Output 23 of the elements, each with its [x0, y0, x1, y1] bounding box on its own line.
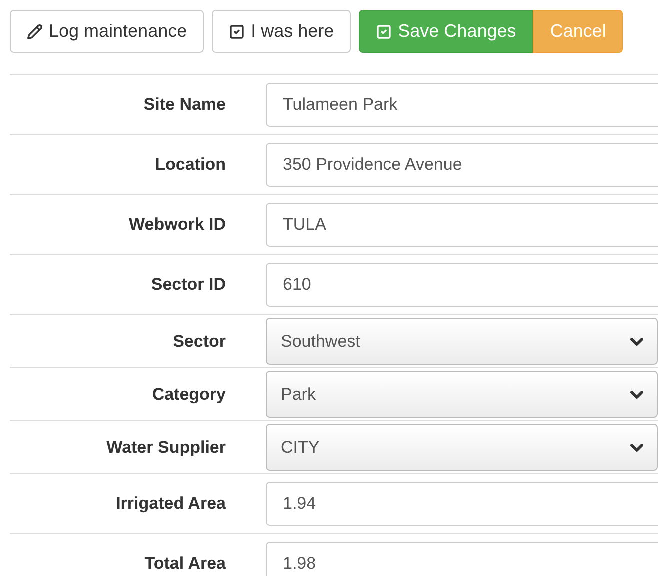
field-label: Sector ID [151, 275, 226, 295]
select-field[interactable]: Southwest [266, 318, 658, 365]
input-field[interactable]: TULA [266, 203, 658, 247]
field-label: Webwork ID [129, 215, 226, 235]
field-label: Water Supplier [106, 438, 226, 458]
checkbox-icon [376, 24, 392, 40]
input-field[interactable]: 350 Providence Avenue [266, 143, 658, 187]
field-label: Total Area [144, 554, 226, 574]
field-label: Category [152, 384, 226, 404]
field-label: Sector [173, 332, 226, 352]
field-label: Location [155, 155, 226, 175]
pencil-icon [27, 24, 43, 40]
input-field[interactable]: Tulameen Park [266, 83, 658, 127]
input-field[interactable]: 610 [266, 263, 658, 307]
check-in-button[interactable]: I was here [212, 10, 352, 53]
input-field[interactable]: 1.94 [266, 482, 658, 526]
log-button[interactable]: Log maintenance [10, 10, 204, 53]
select-field[interactable]: CITY [266, 424, 658, 471]
input-field[interactable]: 1.98 [266, 542, 658, 576]
checkbox-icon [229, 24, 246, 40]
select-field[interactable]: Park [266, 371, 658, 418]
field-label: Irrigated Area [116, 494, 226, 514]
field-label: Site Name [144, 95, 226, 115]
